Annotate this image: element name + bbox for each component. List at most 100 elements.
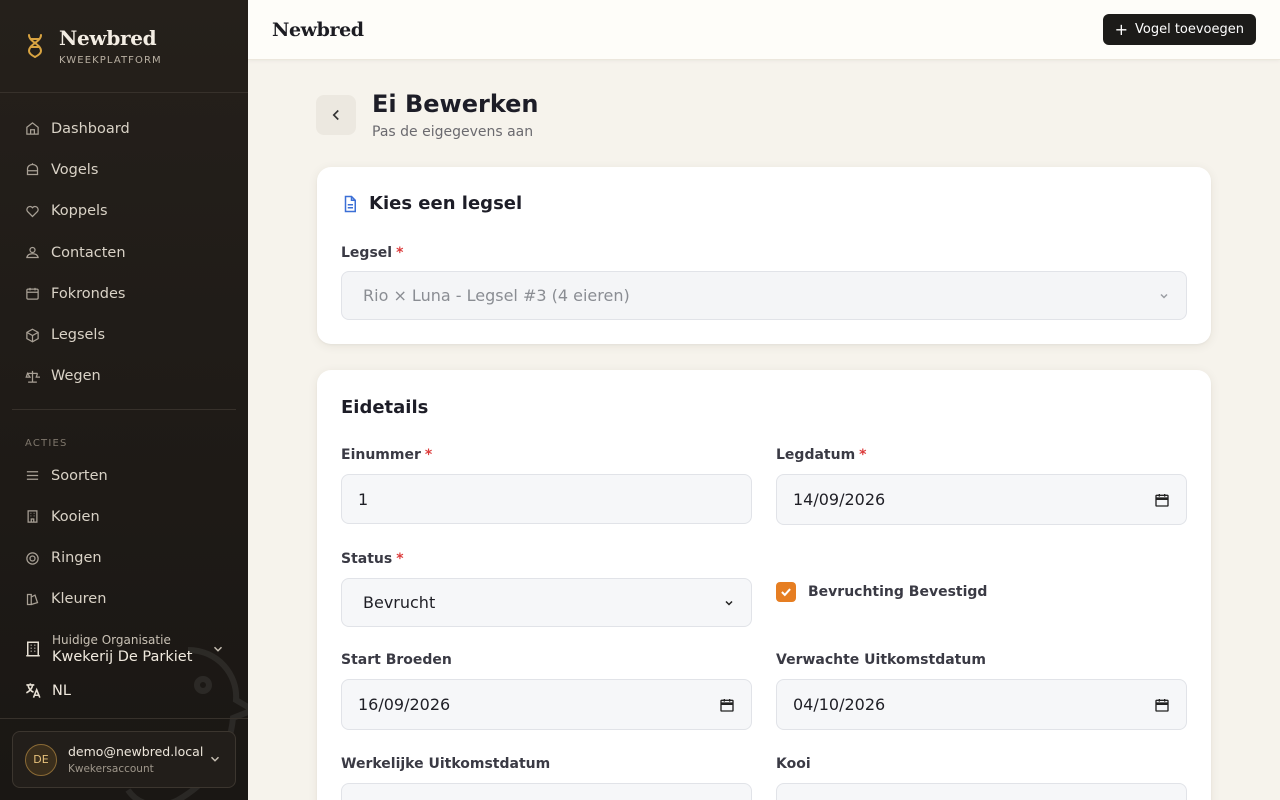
add-bird-button[interactable]: + Vogel toevoegen [1102,14,1256,45]
dna-logo-icon [28,34,42,58]
chevron-left-icon [332,109,339,121]
sidebar-item-label: Koppels [51,203,108,220]
brand-title: Newbred [59,26,157,50]
language-switcher[interactable]: NL [24,681,71,700]
legdatum-value: 14/09/2026 [793,490,886,509]
chevron-down-icon [723,597,735,609]
user-role: Kwekersaccount [68,763,154,775]
user-email: demo@newbred.local [68,744,204,759]
calendar-icon[interactable] [719,697,735,713]
clutch-card: Kies een legsel Legsel * Rio × Luna - Leg… [317,167,1211,344]
top-bar-title: Newbred [272,18,364,41]
start-broeden-label: Start Broeden [341,652,452,668]
legsel-label: Legsel * [341,245,403,261]
status-label: Status * [341,551,404,567]
checkbox-checked[interactable] [776,582,796,602]
actual-hatch-label: Werkelijke Uitkomstdatum [341,756,551,772]
einummer-label: Einummer * [341,447,432,463]
sidebar-item-label: Contacten [51,244,126,261]
contacts-icon [25,245,40,260]
home-icon [25,121,40,136]
palette-icon [25,592,40,607]
fertility-label: Bevruchting Bevestigd [808,584,988,600]
expected-hatch-value: 04/10/2026 [793,695,886,714]
expected-hatch-date-input[interactable]: 04/10/2026 [776,679,1187,730]
legsel-label-text: Legsel [341,245,393,261]
status-select[interactable]: Bevrucht [341,578,752,627]
sidebar-item-label: Vogels [51,161,99,178]
legsel-select[interactable]: Rio × Luna - Legsel #3 (4 eieren) [341,271,1187,320]
required-marker: * [396,551,404,567]
box-icon [25,328,40,343]
start-broeden-value: 16/09/2026 [358,695,451,714]
sidebar-item-label: Ringen [51,550,102,567]
sidebar-item-label: Dashboard [51,120,130,137]
sidebar-item-ringen[interactable]: Ringen [0,537,248,578]
user-menu[interactable]: DE demo@newbred.local Kwekersaccount [12,731,236,788]
legdatum-label: Legdatum * [776,447,866,463]
calendar-icon[interactable] [1154,697,1170,713]
scale-icon [25,369,40,384]
sidebar-item-koppels[interactable]: Koppels [0,191,248,232]
sidebar-item-soorten[interactable]: Soorten [0,455,248,496]
sidebar-item-kooien[interactable]: Kooien [0,496,248,537]
sidebar-item-contacten[interactable]: Contacten [0,232,248,273]
sidebar-item-wegen[interactable]: Wegen [0,356,248,397]
required-marker: * [396,245,404,261]
card-title: Kies een legsel [369,193,523,214]
legdatum-label-text: Legdatum [776,447,856,463]
sidebar-item-label: Wegen [51,368,101,385]
fertility-checkbox[interactable]: Bevruchting Bevestigd [776,582,987,602]
sidebar-item-label: Soorten [51,467,108,484]
add-bird-label: Vogel toevoegen [1134,22,1244,37]
chevron-down-icon [210,756,220,762]
kooi-select[interactable] [776,783,1187,800]
sidebar-item-label: Kleuren [51,591,107,608]
actions-nav: Soorten Kooien Ringen Kleuren [0,455,248,620]
egg-details-card: Eidetails Einummer * 1 Legdatum * 14/09/20… [317,370,1211,800]
sidebar-item-dashboard[interactable]: Dashboard [0,108,248,149]
avatar: DE [25,743,57,776]
top-bar: Newbred + Vogel toevoegen [248,0,1280,60]
sidebar-item-fokrondes[interactable]: Fokrondes [0,273,248,314]
einummer-input[interactable]: 1 [341,474,752,524]
brand-subtitle: KWEEKPLATFORM [59,55,162,66]
einummer-label-text: Einummer [341,447,421,463]
calendar-icon [25,286,40,301]
calendar-icon[interactable] [1154,492,1170,508]
sidebar-item-vogels[interactable]: Vogels [0,149,248,190]
sidebar: Newbred KWEEKPLATFORM Dashboard Vogels K… [0,0,248,800]
chevron-down-icon [1158,290,1170,302]
org-name: Kwekerij De Parkiet [52,649,193,665]
birdcage-icon [25,162,40,177]
page-subtitle: Pas de eigegevens aan [372,124,534,140]
actual-hatch-date-input[interactable] [341,783,752,800]
translate-icon [26,683,41,698]
main-nav: Dashboard Vogels Koppels Contacten Fokro… [0,93,248,397]
building-icon [26,641,40,657]
legdatum-date-input[interactable]: 14/09/2026 [776,474,1187,525]
page-title: Ei Bewerken [372,90,539,118]
legsel-select-value: Rio × Luna - Legsel #3 (4 eieren) [363,286,630,305]
sidebar-divider-bottom [0,718,248,719]
required-marker: * [424,447,433,463]
organization-switcher[interactable]: Huidige Organisatie Kwekerij De Parkiet [24,628,229,670]
sidebar-item-legsels[interactable]: Legsels [0,314,248,355]
heart-icon [25,204,40,219]
ring-icon [25,551,40,566]
list-icon [25,468,40,483]
document-icon [341,195,359,213]
brand[interactable]: Newbred KWEEKPLATFORM [0,0,248,93]
sidebar-item-kleuren[interactable]: Kleuren [0,579,248,620]
required-marker: * [859,447,867,463]
language-label: NL [52,682,71,699]
expected-hatch-label: Verwachte Uitkomstdatum [776,652,986,668]
status-value: Bevrucht [363,593,436,612]
start-broeden-date-input[interactable]: 16/09/2026 [341,679,752,730]
einummer-value: 1 [358,489,369,509]
back-button[interactable] [316,95,356,135]
section-label-acties: ACTIES [25,438,68,450]
building-icon [25,509,40,524]
plus-icon: + [1114,19,1128,39]
chevron-down-icon [213,646,223,652]
